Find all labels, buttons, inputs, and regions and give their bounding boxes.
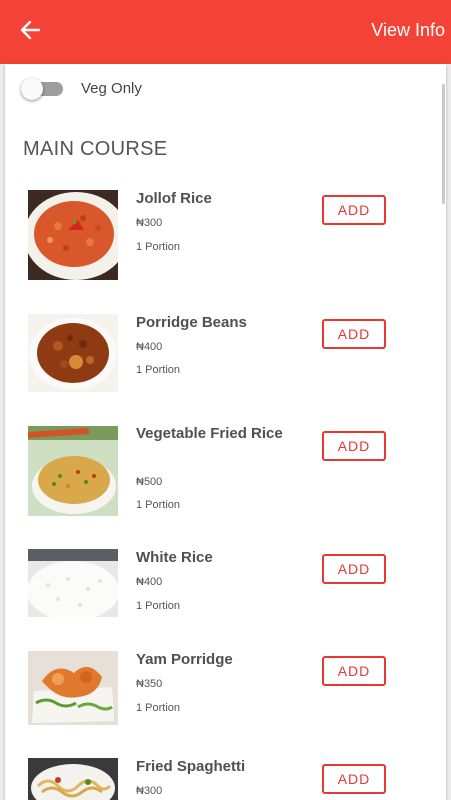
item-price: ₦350: [136, 678, 163, 690]
item-portion: 1 Portion: [136, 600, 181, 612]
food-image: [28, 314, 118, 392]
scrollbar[interactable]: [442, 84, 445, 204]
item-portion: 1 Portion: [136, 241, 181, 253]
app-bar: View Info: [0, 0, 451, 64]
view-info-button[interactable]: View Info: [371, 20, 445, 41]
food-image: [28, 190, 118, 280]
item-name: Jollof Rice: [136, 190, 212, 207]
food-image: [28, 549, 118, 617]
back-button[interactable]: [10, 12, 50, 52]
item-portion: 1 Portion: [136, 499, 181, 511]
add-button[interactable]: ADD: [322, 195, 386, 225]
item-name: Fried Spaghetti: [136, 758, 246, 775]
food-image: [28, 758, 118, 800]
item-name: Yam Porridge: [136, 651, 233, 668]
item-name: Porridge Beans: [136, 314, 247, 331]
add-button[interactable]: ADD: [322, 656, 386, 686]
item-price: ₦400: [136, 341, 163, 353]
item-price: ₦500: [136, 476, 163, 488]
add-button[interactable]: ADD: [322, 764, 386, 794]
arrow-left-icon: [19, 19, 41, 46]
food-image: [28, 426, 118, 516]
veg-only-toggle[interactable]: [21, 78, 63, 100]
item-price: ₦300: [136, 217, 163, 229]
item-name: White Rice: [136, 549, 213, 566]
item-portion: 1 Portion: [136, 702, 181, 714]
food-image: [28, 651, 118, 725]
item-portion: 1 Portion: [136, 364, 181, 376]
item-price: ₦300: [136, 785, 163, 797]
section-title: MAIN COURSE: [23, 138, 168, 160]
item-price: ₦400: [136, 576, 163, 588]
add-button[interactable]: ADD: [322, 554, 386, 584]
toggle-thumb: [21, 78, 43, 100]
add-button[interactable]: ADD: [322, 319, 386, 349]
item-name: Vegetable Fried Rice: [136, 425, 283, 442]
add-button[interactable]: ADD: [322, 431, 386, 461]
veg-only-label: Veg Only: [81, 80, 142, 97]
